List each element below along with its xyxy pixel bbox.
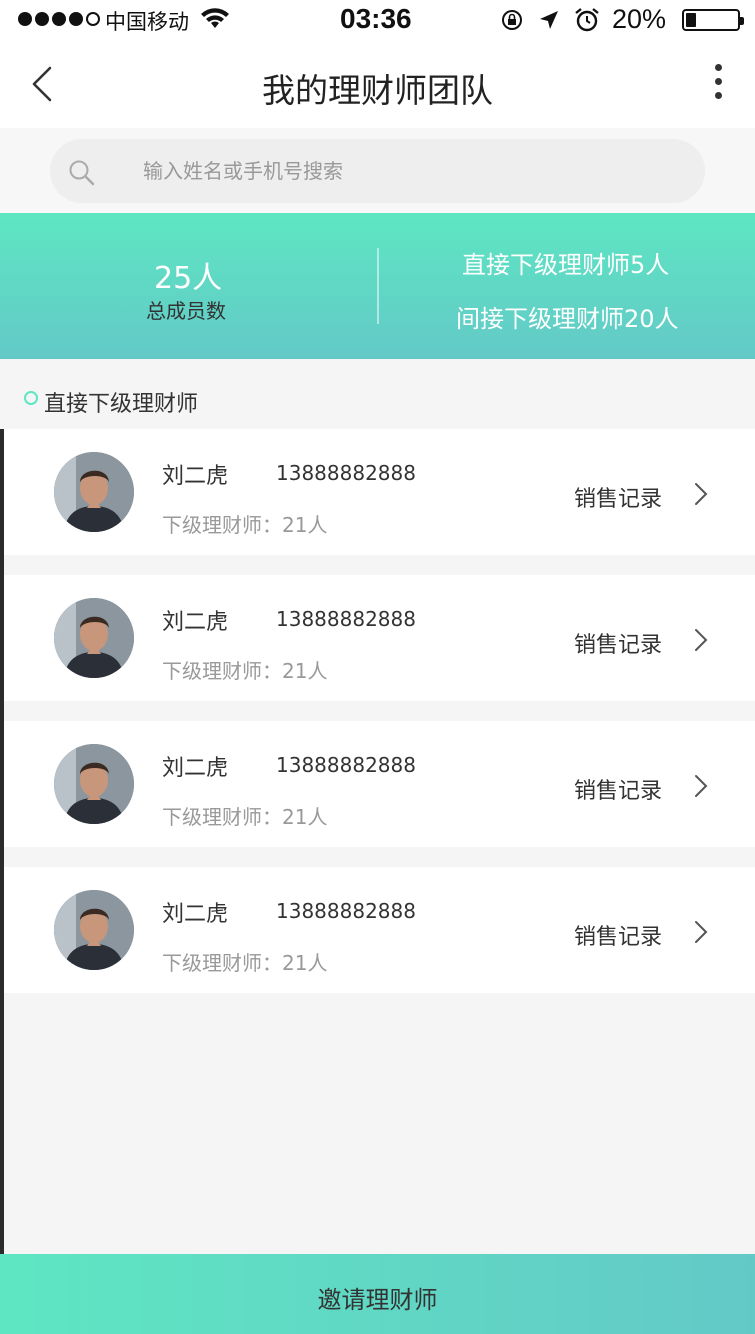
member-row[interactable]: 刘二虎 13888882888 下级理财师：21人 销售记录 [4,867,755,993]
member-sub-count: 下级理财师：21人 [162,513,328,537]
member-row[interactable]: 刘二虎 13888882888 下级理财师：21人 销售记录 [4,575,755,701]
search-icon [69,160,95,186]
battery-percent: 20% [612,4,667,34]
member-name: 刘二虎 [162,756,229,781]
member-list: 刘二虎 13888882888 下级理财师：21人 销售记录 刘二虎 13888… [4,429,755,1013]
team-stats-banner: 25人 总成员数 直接下级理财师5人 间接下级理财师20人 [0,213,755,359]
battery-icon [682,9,744,31]
status-time: 03:36 [340,3,412,34]
total-members-value: 25人 [154,261,223,296]
member-sub-count: 下级理财师：21人 [162,951,328,975]
status-bar: 中国移动 03:36 20% [0,0,755,40]
sales-record-link[interactable]: 销售记录 [574,919,662,951]
member-name: 刘二虎 [162,464,229,489]
signal-strength-icon [18,12,100,26]
avatar [54,890,134,970]
wifi-icon [201,8,229,28]
member-row[interactable]: 刘二虎 13888882888 下级理财师：21人 销售记录 [4,429,755,555]
chevron-right-icon[interactable] [690,627,710,653]
member-phone: 13888882888 [276,461,416,485]
direct-subordinates-stat: 直接下级理财师5人 [462,251,670,279]
chevron-right-icon[interactable] [690,481,710,507]
member-sub-count: 下级理财师：21人 [162,659,328,683]
circle-bullet-icon [24,391,38,405]
rotation-lock-icon [502,10,522,30]
section-header: 直接下级理财师 [0,359,755,429]
page-title: 我的理财师团队 [262,71,493,110]
invite-advisor-button[interactable]: 邀请理财师 [0,1254,755,1334]
more-vertical-icon [700,64,736,99]
search-section [0,128,755,213]
sales-record-link[interactable]: 销售记录 [574,481,662,513]
total-members-label: 总成员数 [146,299,226,323]
invite-advisor-label: 邀请理财师 [317,1287,438,1314]
chevron-right-icon[interactable] [690,773,710,799]
navigation-bar: 我的理财师团队 [0,40,755,128]
sales-record-link[interactable]: 销售记录 [574,773,662,805]
indirect-subordinates-stat: 间接下级理财师20人 [456,305,679,333]
search-input[interactable] [143,139,663,203]
avatar [54,744,134,824]
member-name: 刘二虎 [162,610,229,635]
section-title: 直接下级理财师 [44,392,199,417]
avatar [54,452,134,532]
sales-record-link[interactable]: 销售记录 [574,627,662,659]
carrier-name: 中国移动 [105,10,189,34]
member-phone: 13888882888 [276,607,416,631]
search-bar[interactable] [50,139,705,203]
stats-divider [377,248,379,324]
alarm-icon [575,8,599,32]
member-phone: 13888882888 [276,899,416,923]
avatar [54,598,134,678]
member-name: 刘二虎 [162,902,229,927]
location-arrow-icon [540,11,558,29]
chevron-right-icon[interactable] [690,919,710,945]
member-row[interactable]: 刘二虎 13888882888 下级理财师：21人 销售记录 [4,721,755,847]
more-options-button[interactable] [700,64,736,106]
member-sub-count: 下级理财师：21人 [162,805,328,829]
member-phone: 13888882888 [276,753,416,777]
